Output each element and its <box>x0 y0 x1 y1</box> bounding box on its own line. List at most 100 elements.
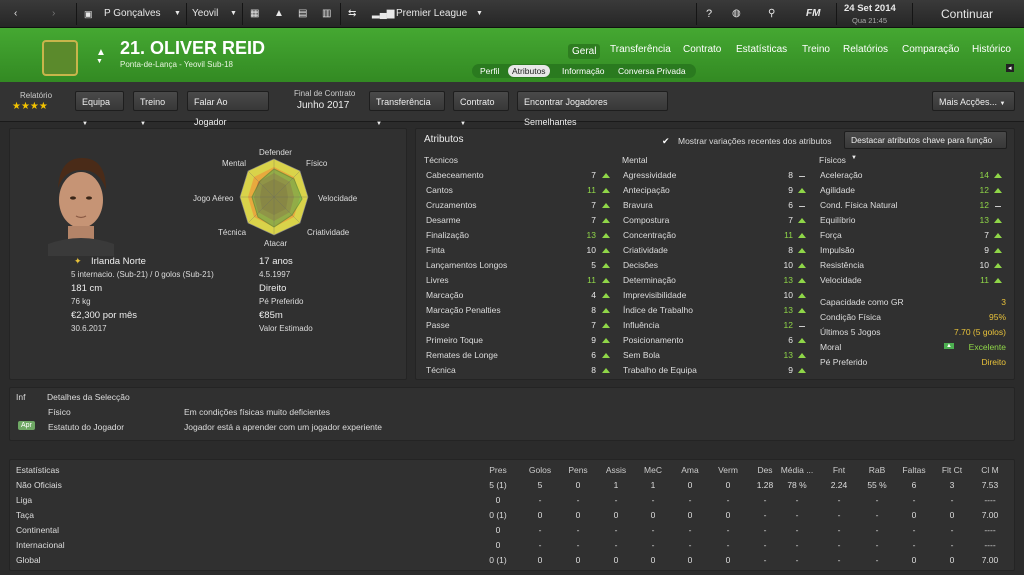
attribute-name[interactable]: Índice de Trabalho <box>623 305 693 315</box>
stats-column-header[interactable]: Média ... <box>777 465 817 475</box>
attribute-name[interactable]: Decisões <box>623 260 658 270</box>
highlight-dropdown[interactable]: Destacar atributos chave para função ▼ <box>844 131 1007 161</box>
stats-column-header[interactable]: Faltas <box>894 465 934 475</box>
contrato-button[interactable]: Contrato ▼ <box>453 91 509 127</box>
calendar-icon[interactable]: ▤ <box>298 0 307 28</box>
subtab-conversa-privada[interactable]: Conversa Privada <box>614 65 690 77</box>
trend-up-icon <box>798 278 806 283</box>
attribute-name[interactable]: Passe <box>426 320 450 330</box>
stats-column-header[interactable]: Pres <box>478 465 518 475</box>
competition-name[interactable]: Premier League <box>396 0 467 28</box>
attribute-name[interactable]: Sem Bola <box>623 350 660 360</box>
extra-attribute-value: Direito <box>981 357 1006 367</box>
similar-players-button[interactable]: Encontrar Jogadores Semelhantes <box>517 91 668 127</box>
attribute-name[interactable]: Impulsão <box>820 245 855 255</box>
tab-transferencia[interactable]: Transferência <box>610 44 671 55</box>
tab-estatisticas[interactable]: Estatísticas <box>736 44 787 55</box>
chevron-down-icon[interactable]: ▼ <box>174 0 181 28</box>
back-arrow-icon[interactable]: ‹ <box>14 0 17 28</box>
subtab-informacao[interactable]: Informação <box>558 65 609 77</box>
forward-arrow-icon[interactable]: › <box>52 0 55 28</box>
stats-column-header[interactable]: Cl M <box>970 465 1010 475</box>
attribute-name[interactable]: Aceleração <box>820 170 863 180</box>
equipa-button[interactable]: Equipa ▼ <box>75 91 124 127</box>
stats-column-header[interactable]: Fnt <box>819 465 859 475</box>
stats-column-header[interactable]: Pens <box>558 465 598 475</box>
attribute-name[interactable]: Compostura <box>623 215 669 225</box>
nationality[interactable]: Irlanda Norte <box>91 256 146 267</box>
club-name[interactable]: Yeovil <box>192 0 218 28</box>
subtab-perfil[interactable]: Perfil <box>476 65 503 77</box>
tab-contrato[interactable]: Contrato <box>683 44 721 55</box>
stats-column-header[interactable]: Golos <box>520 465 560 475</box>
tab-treino[interactable]: Treino <box>802 44 830 55</box>
attribute-name[interactable]: Trabalho de Equipa <box>623 365 697 375</box>
tab-relatorios[interactable]: Relatórios <box>843 44 888 55</box>
continue-button[interactable]: Continuar <box>941 0 993 28</box>
trend-up-icon <box>602 263 610 268</box>
stats-column-header[interactable]: Ama <box>670 465 710 475</box>
attribute-name[interactable]: Agressividade <box>623 170 676 180</box>
chevron-down-icon[interactable]: ▼ <box>230 0 237 28</box>
attribute-name[interactable]: Marcação <box>426 290 463 300</box>
attribute-name[interactable]: Concentração <box>623 230 676 240</box>
more-actions-button[interactable]: Mais Acções... ▼ <box>932 91 1015 111</box>
fm-logo[interactable]: FM <box>806 0 820 28</box>
stats-row-label: Global <box>16 555 41 565</box>
attribute-name[interactable]: Finalização <box>426 230 469 240</box>
attribute-name[interactable]: Influência <box>623 320 659 330</box>
stats-column-header[interactable]: MeC <box>633 465 673 475</box>
attribute-name[interactable]: Cantos <box>426 185 453 195</box>
transferencia-button[interactable]: Transferência ▼ <box>369 91 445 127</box>
attribute-name[interactable]: Livres <box>426 275 449 285</box>
attribute-name[interactable]: Cruzamentos <box>426 200 477 210</box>
up-arrow-icon[interactable]: ▲ <box>96 47 106 58</box>
attribute-name[interactable]: Remates de Longe <box>426 350 498 360</box>
attribute-name[interactable]: Antecipação <box>623 185 670 195</box>
manager-name[interactable]: P Gonçalves <box>104 0 161 28</box>
attribute-name[interactable]: Velocidade <box>820 275 862 285</box>
variations-checkbox[interactable]: ✔ <box>662 136 672 146</box>
attribute-name[interactable]: Agilidade <box>820 185 855 195</box>
transfers-icon[interactable]: ⇆ <box>348 0 356 28</box>
report-stars[interactable]: ★★★★ <box>12 101 48 112</box>
treino-button[interactable]: Treino ▼ <box>133 91 178 127</box>
attribute-name[interactable]: Marcação Penalties <box>426 305 501 315</box>
tab-comparacao[interactable]: Comparação <box>902 44 959 55</box>
attribute-name[interactable]: Resistência <box>820 260 864 270</box>
attribute-name[interactable]: Força <box>820 230 842 240</box>
attribute-name[interactable]: Imprevisibilidade <box>623 290 686 300</box>
stats-cell: 0 <box>537 555 543 565</box>
globe-icon[interactable]: ◍ <box>732 0 741 28</box>
attribute-name[interactable]: Cond. Física Natural <box>820 200 897 210</box>
down-arrow-icon[interactable]: ▼ <box>96 58 103 65</box>
attribute-name[interactable]: Lançamentos Longos <box>426 260 507 270</box>
tactics-icon[interactable]: ▲ <box>274 0 284 28</box>
stats-cell: - <box>576 525 580 535</box>
attribute-name[interactable]: Criatividade <box>623 245 668 255</box>
attribute-name[interactable]: Posicionamento <box>623 335 683 345</box>
stats-column-header[interactable]: Assis <box>596 465 636 475</box>
tab-geral[interactable]: Geral <box>568 44 601 59</box>
collapse-icon[interactable]: ◂ <box>1006 64 1014 72</box>
squad-icon[interactable]: ▦ <box>250 0 259 28</box>
stats-column-header[interactable]: Flt Ct <box>932 465 972 475</box>
attribute-name[interactable]: Determinação <box>623 275 676 285</box>
stats-column-header[interactable]: Verm <box>708 465 748 475</box>
attribute-name[interactable]: Bravura <box>623 200 653 210</box>
chevron-down-icon[interactable]: ▼ <box>476 0 483 28</box>
subtab-atributos[interactable]: Atributos <box>508 65 550 77</box>
help-icon[interactable]: ? <box>706 0 712 28</box>
falar-button[interactable]: Falar Ao Jogador <box>187 91 269 127</box>
attribute-name[interactable]: Técnica <box>426 365 456 375</box>
stats-cell: - <box>576 495 580 505</box>
tab-historico[interactable]: Histórico <box>972 44 1011 55</box>
attribute-name[interactable]: Desarme <box>426 215 460 225</box>
attribute-name[interactable]: Equilíbrio <box>820 215 855 225</box>
search-icon[interactable]: ⚲ <box>768 0 775 28</box>
attribute-name[interactable]: Primeiro Toque <box>426 335 483 345</box>
attribute-name[interactable]: Cabeceamento <box>426 170 484 180</box>
stats-column-header[interactable]: RaB <box>857 465 897 475</box>
inbox-icon[interactable]: ▥ <box>322 0 331 28</box>
attribute-name[interactable]: Finta <box>426 245 445 255</box>
